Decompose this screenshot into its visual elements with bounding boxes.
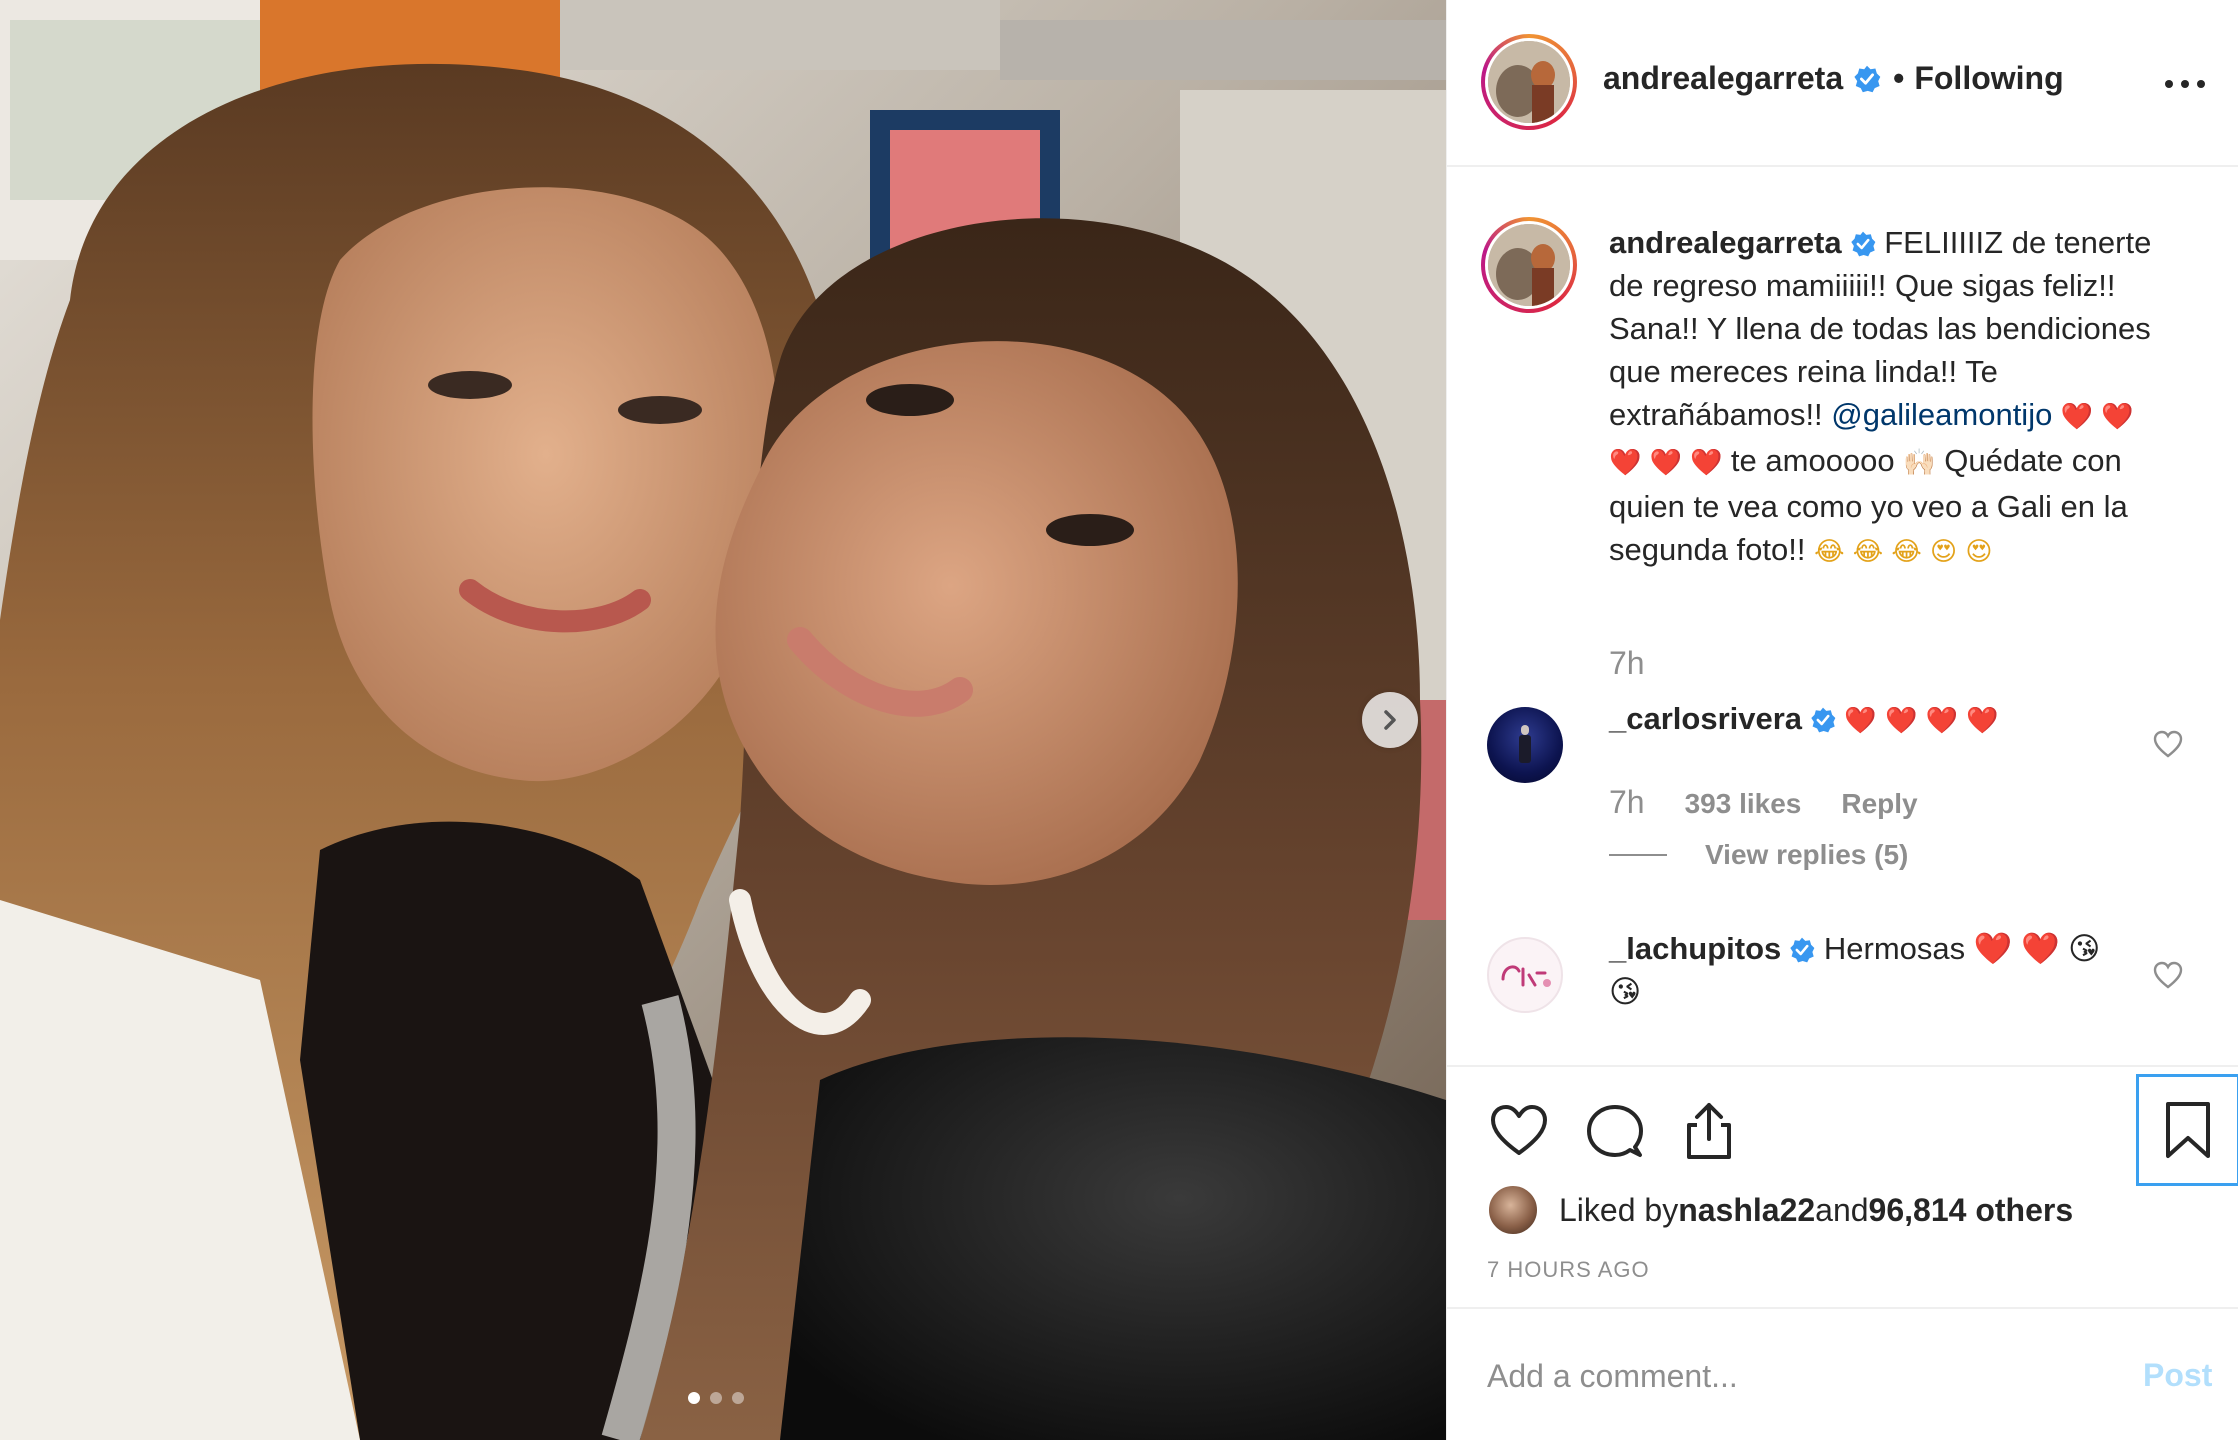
caption-hands-emoji: 🙌🏻: [1903, 448, 1936, 478]
post-caption: andrealegarreta FELIIIIIZ de tenerte de …: [1609, 221, 2169, 574]
author-username[interactable]: andrealegarreta: [1603, 60, 1843, 97]
liked-by-others[interactable]: 96,814 others: [1869, 1192, 2074, 1229]
comment-avatar-image: [1519, 725, 1531, 763]
following-button[interactable]: Following: [1914, 60, 2063, 97]
carousel-dot-2: [710, 1392, 722, 1404]
caption-mention[interactable]: @galileamontijo: [1831, 397, 2052, 432]
comment-lachupitos: _lachupitos Hermosas ❤️ ❤️ 😘 😘: [1609, 927, 2129, 1013]
liked-by-prefix: Liked by: [1559, 1191, 1679, 1228]
caption-time: 7h: [1609, 645, 1645, 681]
comment-meta: 7h 393 likes Reply: [1609, 784, 1958, 821]
liked-by-user[interactable]: nashla22: [1678, 1192, 1815, 1229]
comments-list[interactable]: andrealegarreta FELIIIIIZ de tenerte de …: [1447, 167, 2238, 1065]
comment-likes[interactable]: 393 likes: [1685, 788, 1802, 820]
caption-text-2: te amooooo: [1730, 443, 1904, 478]
verified-badge-icon: [1790, 937, 1815, 963]
post-comment-button[interactable]: Post: [2143, 1357, 2212, 1394]
liked-by[interactable]: Liked by nashla22 and 96,814 others: [1487, 1184, 2073, 1236]
caption-avatar-image: [1488, 224, 1570, 306]
caption-author-avatar[interactable]: [1481, 217, 1577, 313]
comment-input[interactable]: [1487, 1351, 2087, 1401]
comment-like-heart-icon[interactable]: [2153, 730, 2183, 758]
post-actions: Liked by nashla22 and 96,814 others 7 HO…: [1447, 1065, 2238, 1309]
save-button[interactable]: [2136, 1074, 2238, 1186]
comment-username[interactable]: _lachupitos: [1609, 931, 1781, 966]
next-photo-button[interactable]: [1362, 692, 1418, 748]
comment-icon[interactable]: [1583, 1099, 1647, 1163]
caption-end-emojis: 😂 😂 😂 😍 😍: [1814, 537, 1993, 567]
post-timestamp[interactable]: 7 HOURS AGO: [1487, 1257, 1650, 1283]
caption-username[interactable]: andrealegarreta: [1609, 225, 1842, 260]
comment-reply-button[interactable]: Reply: [1841, 788, 1917, 820]
comment-like-heart-icon[interactable]: [2153, 961, 2183, 989]
carousel-dot-3: [732, 1392, 744, 1404]
view-replies-button[interactable]: View replies (5): [1609, 839, 1908, 871]
post-header: andrealegarreta • Following: [1447, 0, 2238, 167]
header-separator: •: [1893, 60, 1905, 96]
comment-username[interactable]: _carlosrivera: [1609, 701, 1802, 736]
view-replies-line: [1609, 854, 1667, 856]
verified-badge-icon: [1850, 231, 1875, 257]
carousel-indicator: [688, 1392, 744, 1404]
comment-text: ❤️ ❤️ ❤️ ❤️: [1836, 706, 1999, 736]
verified-badge-icon: [1811, 707, 1836, 733]
comment-carlosrivera: _carlosrivera ❤️ ❤️ ❤️ ❤️: [1609, 697, 2129, 743]
bookmark-icon: [2166, 1102, 2210, 1158]
liked-by-middle: and: [1815, 1191, 1869, 1228]
carousel-dot-1: [688, 1392, 700, 1404]
comment-avatar-carlosrivera[interactable]: [1487, 707, 1563, 783]
heart-icon[interactable]: [1487, 1099, 1551, 1163]
comment-avatar-lachupitos[interactable]: [1487, 937, 1563, 1013]
post-photo[interactable]: [0, 0, 1446, 1440]
chevron-right-icon: [1384, 710, 1396, 730]
post-side-panel: andrealegarreta • Following andrealegarr…: [1446, 0, 2238, 1440]
more-options-icon[interactable]: [2165, 66, 2205, 102]
photo-scene: [0, 0, 1446, 1440]
add-comment-bar: Post: [1447, 1309, 2238, 1440]
liked-by-avatar: [1487, 1184, 1539, 1236]
comment-avatar-image: [1501, 965, 1551, 987]
author-avatar[interactable]: [1481, 34, 1577, 130]
view-replies-label: View replies (5): [1705, 839, 1909, 870]
verified-badge-icon: [1854, 65, 1881, 92]
share-icon[interactable]: [1677, 1099, 1741, 1163]
comment-time: 7h: [1609, 784, 1645, 820]
author-avatar-image: [1488, 41, 1570, 123]
